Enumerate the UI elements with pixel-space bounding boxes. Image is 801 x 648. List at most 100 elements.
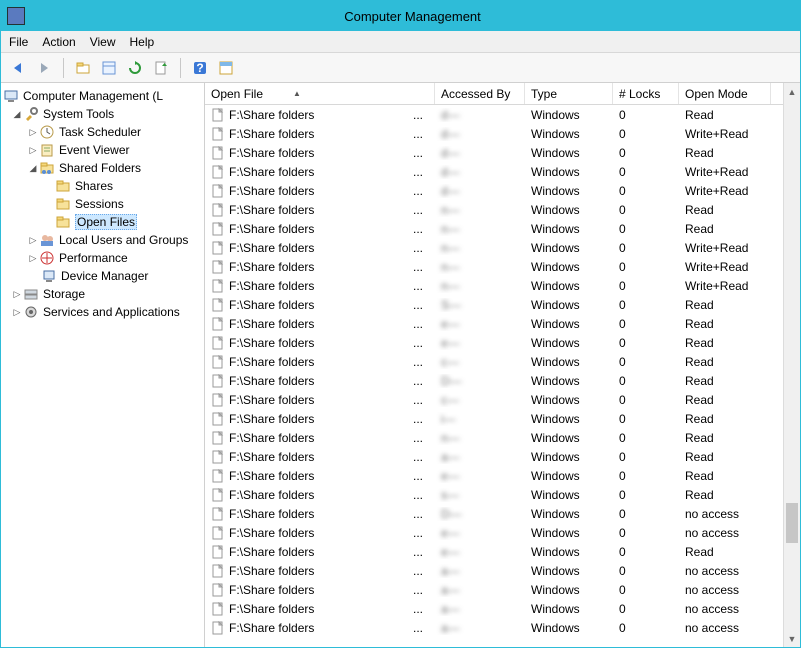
table-row[interactable]: F:\Share folders...n—Windows0Read [205, 219, 800, 238]
cell-open-file: F:\Share folders... [205, 355, 435, 369]
help-button[interactable]: ? [189, 57, 211, 79]
table-row[interactable]: F:\Share folders...d—Windows0Read [205, 105, 800, 124]
expand-icon[interactable]: ▷ [27, 127, 39, 138]
expand-icon[interactable]: ▷ [11, 307, 23, 318]
table-row[interactable]: F:\Share folders...n—Windows0Write+Read [205, 238, 800, 257]
tree-sessions[interactable]: Sessions [3, 195, 202, 213]
forward-button[interactable] [33, 57, 55, 79]
collapse-icon[interactable]: ◢ [11, 109, 23, 120]
tree-device-manager[interactable]: Device Manager [3, 267, 202, 285]
cell-type: Windows [525, 165, 613, 179]
export-button[interactable] [150, 57, 172, 79]
table-row[interactable]: F:\Share folders...a—Windows0Read [205, 447, 800, 466]
expand-icon[interactable]: ▷ [27, 253, 39, 264]
show-hide-button[interactable] [215, 57, 237, 79]
cell-locks: 0 [613, 146, 679, 160]
cell-open-file: F:\Share folders... [205, 317, 435, 331]
scroll-down-icon[interactable]: ▼ [784, 630, 800, 647]
tree-task-scheduler[interactable]: ▷ Task Scheduler [3, 123, 202, 141]
tree-open-files[interactable]: Open Files [3, 213, 202, 231]
expand-icon[interactable]: ▷ [11, 289, 23, 300]
cell-locks: 0 [613, 298, 679, 312]
table-row[interactable]: F:\Share folders...a—Windows0no access [205, 599, 800, 618]
cell-open-file: F:\Share folders... [205, 469, 435, 483]
table-row[interactable]: F:\Share folders...D—Windows0no access [205, 504, 800, 523]
collapse-icon[interactable]: ◢ [27, 163, 39, 174]
up-button[interactable] [72, 57, 94, 79]
file-icon [211, 450, 225, 464]
expand-icon[interactable]: ▷ [27, 145, 39, 156]
cell-locks: 0 [613, 374, 679, 388]
tree-local-users[interactable]: ▷ Local Users and Groups [3, 231, 202, 249]
table-row[interactable]: F:\Share folders...a—Windows0no access [205, 618, 800, 637]
table-row[interactable]: F:\Share folders...d—Windows0Write+Read [205, 124, 800, 143]
table-row[interactable]: F:\Share folders...c—Windows0Read [205, 352, 800, 371]
col-type[interactable]: Type [525, 83, 613, 104]
tree-shared-folders[interactable]: ◢ Shared Folders [3, 159, 202, 177]
cell-open-mode: Write+Read [679, 279, 771, 293]
col-open-mode[interactable]: Open Mode [679, 83, 771, 104]
col-open-file[interactable]: Open File [205, 83, 435, 104]
scroll-thumb[interactable] [786, 503, 798, 543]
table-row[interactable]: F:\Share folders...e—Windows0no access [205, 523, 800, 542]
cell-open-file: F:\Share folders... [205, 279, 435, 293]
tree-shares[interactable]: Shares [3, 177, 202, 195]
expand-icon[interactable]: ▷ [27, 235, 39, 246]
table-row[interactable]: F:\Share folders...a—Windows0no access [205, 580, 800, 599]
table-row[interactable]: F:\Share folders...n—Windows0Write+Read [205, 257, 800, 276]
table-row[interactable]: F:\Share folders...c—Windows0Read [205, 390, 800, 409]
cell-open-mode: no access [679, 583, 771, 597]
cell-open-file: F:\Share folders... [205, 450, 435, 464]
table-row[interactable]: F:\Share folders...D—Windows0Read [205, 371, 800, 390]
event-icon [39, 142, 55, 158]
file-icon [211, 203, 225, 217]
tree-event-viewer[interactable]: ▷ Event Viewer [3, 141, 202, 159]
cell-locks: 0 [613, 507, 679, 521]
menu-view[interactable]: View [90, 35, 116, 49]
tree-label: System Tools [43, 107, 114, 121]
table-row[interactable]: F:\Share folders...e—Windows0Read [205, 466, 800, 485]
vertical-scrollbar[interactable]: ▲ ▼ [783, 83, 800, 647]
cell-locks: 0 [613, 336, 679, 350]
tree-system-tools[interactable]: ◢ System Tools [3, 105, 202, 123]
tree-services-apps[interactable]: ▷ Services and Applications [3, 303, 202, 321]
back-button[interactable] [7, 57, 29, 79]
col-accessed-by[interactable]: Accessed By [435, 83, 525, 104]
table-row[interactable]: F:\Share folders...d—Windows0Write+Read [205, 162, 800, 181]
refresh-button[interactable] [124, 57, 146, 79]
tree-performance[interactable]: ▷ Performance [3, 249, 202, 267]
cell-open-file: F:\Share folders... [205, 602, 435, 616]
table-row[interactable]: F:\Share folders...n—Windows0Read [205, 200, 800, 219]
menu-help[interactable]: Help [130, 35, 155, 49]
properties-button[interactable] [98, 57, 120, 79]
cell-accessed-by: a— [435, 621, 525, 635]
tree-storage[interactable]: ▷ Storage [3, 285, 202, 303]
tree-pane: Computer Management (L ◢ System Tools ▷ … [1, 83, 205, 647]
cell-open-file: F:\Share folders... [205, 545, 435, 559]
menu-action[interactable]: Action [42, 35, 75, 49]
cell-open-mode: no access [679, 507, 771, 521]
menu-file[interactable]: File [9, 35, 28, 49]
table-row[interactable]: F:\Share folders...e—Windows0Read [205, 542, 800, 561]
file-icon [211, 260, 225, 274]
table-row[interactable]: F:\Share folders...n—Windows0Read [205, 428, 800, 447]
tree-root[interactable]: Computer Management (L [3, 87, 202, 105]
col-locks[interactable]: # Locks [613, 83, 679, 104]
table-row[interactable]: F:\Share folders...d—Windows0Read [205, 143, 800, 162]
table-row[interactable]: F:\Share folders...a—Windows0no access [205, 561, 800, 580]
table-row[interactable]: F:\Share folders...e—Windows0Read [205, 314, 800, 333]
tree-label: Open Files [75, 214, 137, 230]
table-row[interactable]: F:\Share folders...i—Windows0Read [205, 409, 800, 428]
cell-open-mode: Read [679, 374, 771, 388]
toolbar: ? [1, 53, 800, 83]
table-row[interactable]: F:\Share folders...n—Windows0Write+Read [205, 276, 800, 295]
table-row[interactable]: F:\Share folders...d—Windows0Write+Read [205, 181, 800, 200]
titlebar[interactable]: Computer Management [1, 1, 800, 31]
table-row[interactable]: F:\Share folders...S—Windows0Read [205, 295, 800, 314]
cell-open-mode: Read [679, 317, 771, 331]
tree-label: Shared Folders [59, 161, 141, 175]
file-icon [211, 374, 225, 388]
table-row[interactable]: F:\Share folders...s—Windows0Read [205, 485, 800, 504]
table-row[interactable]: F:\Share folders...e—Windows0Read [205, 333, 800, 352]
scroll-up-icon[interactable]: ▲ [784, 83, 800, 100]
